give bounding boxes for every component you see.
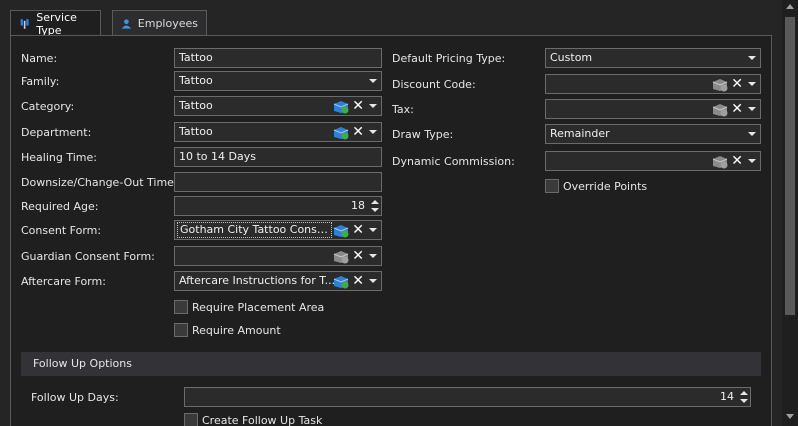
chevron-down-icon[interactable] [369,254,377,258]
scroll-up-icon[interactable] [786,4,794,9]
override-points-label: Override Points [563,180,648,193]
clear-icon[interactable]: ✕ [731,153,743,169]
spinner-arrows-icon[interactable] [740,390,748,404]
override-points-checkbox[interactable] [545,179,559,193]
downsize-field[interactable] [174,172,382,192]
tab-employees[interactable]: Employees [112,10,207,36]
follow-up-days-stepper[interactable]: 14 [184,387,751,407]
department-label: Department: [21,126,92,139]
chevron-down-icon[interactable] [748,159,756,163]
tab-label: Service Type [36,11,77,37]
package-icon[interactable] [333,274,350,289]
create-follow-up-task-label: Create Follow Up Task [202,414,323,426]
service-type-panel: Name: Tattoo Family: Tattoo Category: Ta… [10,35,772,426]
scroll-down-icon[interactable] [786,414,794,419]
chevron-down-icon[interactable] [369,79,377,83]
department-dropdown[interactable]: Tattoo ✕ [174,122,382,142]
family-label: Family: [21,75,60,88]
create-follow-up-task-checkbox[interactable] [184,413,198,426]
default-pricing-dropdown[interactable]: Custom [545,48,761,68]
downsize-label: Downsize/Change-Out Time: [21,176,178,189]
category-label: Category: [21,100,75,113]
healing-time-label: Healing Time: [21,151,97,164]
require-amount-label: Require Amount [192,324,281,337]
clear-icon[interactable]: ✕ [352,98,364,114]
require-placement-checkbox[interactable] [174,300,188,314]
consent-form-dropdown[interactable]: Gotham City Tattoo Consen... ✕ [174,220,382,240]
tab-label: Employees [137,17,198,30]
require-amount-checkbox[interactable] [174,323,188,337]
require-placement-label: Require Placement Area [192,301,325,314]
clear-icon[interactable]: ✕ [352,273,364,289]
tab-service-type[interactable]: Service Type [10,10,101,37]
name-field[interactable]: Tattoo [174,48,382,68]
aftercare-form-dropdown[interactable]: Aftercare Instructions for T... ✕ [174,271,382,291]
clear-icon[interactable]: ✕ [731,101,743,117]
spinner-arrows-icon[interactable] [371,199,379,213]
follow-up-section-header: Follow Up Options [21,352,761,376]
draw-type-dropdown[interactable]: Remainder [545,124,761,144]
package-icon[interactable] [712,154,729,169]
consent-form-label: Consent Form: [21,224,102,237]
service-type-icon [20,19,29,29]
required-age-stepper[interactable]: 18 [174,196,382,216]
package-icon[interactable] [333,125,350,140]
aftercare-form-label: Aftercare Form: [21,275,106,288]
chevron-down-icon[interactable] [748,56,756,60]
default-pricing-label: Default Pricing Type: [392,52,506,65]
dynamic-commission-dropdown[interactable]: ✕ [545,151,761,171]
discount-code-label: Discount Code: [392,78,476,91]
scrollbar-thumb[interactable] [785,17,795,315]
clear-icon[interactable]: ✕ [352,248,364,264]
required-age-label: Required Age: [21,200,99,213]
package-icon[interactable] [333,249,350,264]
guardian-consent-label: Guardian Consent Form: [21,250,155,263]
category-dropdown[interactable]: Tattoo ✕ [174,96,382,116]
chevron-down-icon[interactable] [748,107,756,111]
vertical-scrollbar[interactable] [782,0,798,426]
chevron-down-icon[interactable] [369,279,377,283]
package-icon[interactable] [333,223,350,238]
tax-dropdown[interactable]: ✕ [545,99,761,119]
follow-up-days-label: Follow Up Days: [31,391,119,404]
dynamic-commission-label: Dynamic Commission: [392,155,515,168]
clear-icon[interactable]: ✕ [731,76,743,92]
name-label: Name: [21,52,58,65]
chevron-down-icon[interactable] [748,82,756,86]
guardian-consent-dropdown[interactable]: ✕ [174,246,382,266]
clear-icon[interactable]: ✕ [352,222,364,238]
section-title: Follow Up Options [33,357,132,370]
draw-type-label: Draw Type: [392,128,454,141]
tax-label: Tax: [392,103,414,116]
healing-time-field[interactable]: 10 to 14 Days [174,147,382,167]
chevron-down-icon[interactable] [369,228,377,232]
package-icon[interactable] [712,102,729,117]
package-icon[interactable] [333,99,350,114]
discount-code-dropdown[interactable]: ✕ [545,74,761,94]
clear-icon[interactable]: ✕ [352,124,364,140]
chevron-down-icon[interactable] [369,104,377,108]
family-dropdown[interactable]: Tattoo [174,71,382,91]
chevron-down-icon[interactable] [748,132,756,136]
chevron-down-icon[interactable] [369,130,377,134]
user-icon [121,18,132,29]
package-icon[interactable] [712,77,729,92]
